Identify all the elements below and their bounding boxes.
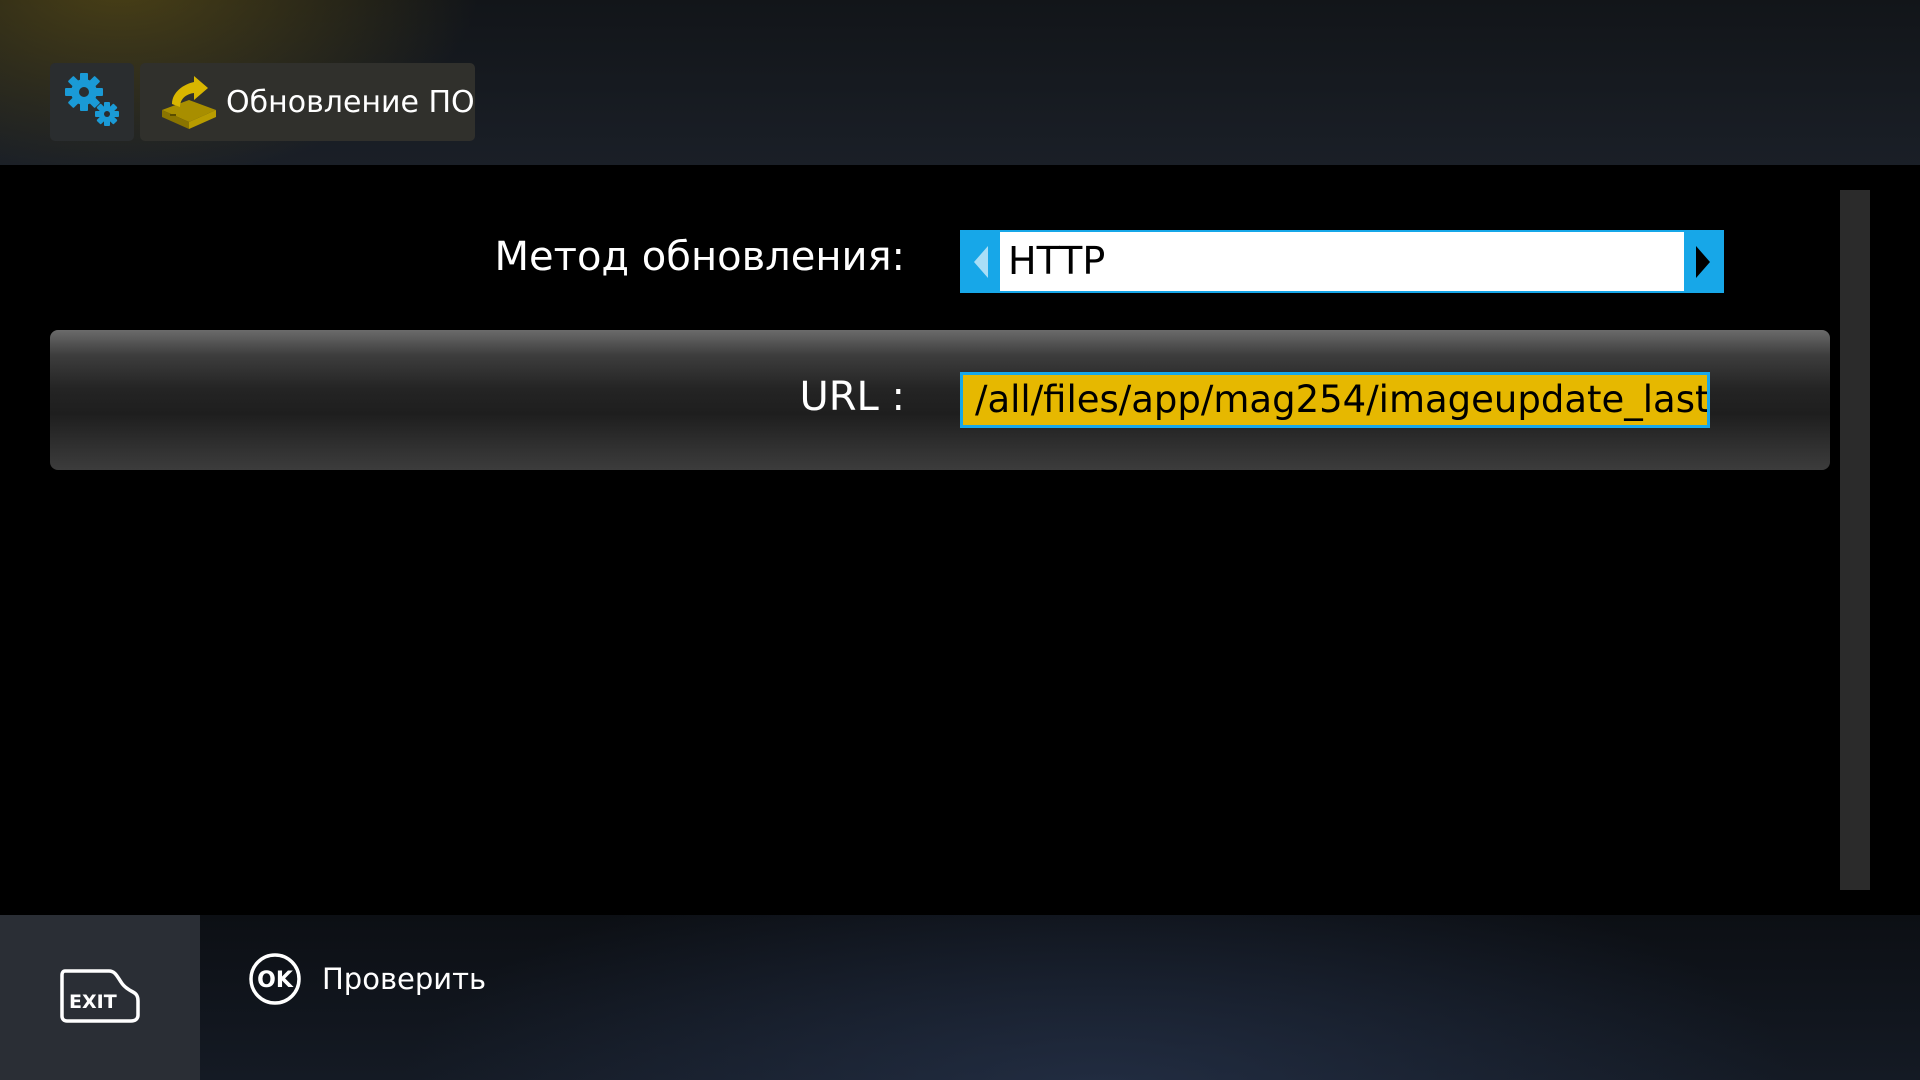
exit-button[interactable]: EXIT (0, 915, 200, 1080)
url-label: URL : (799, 374, 905, 420)
scrollbar[interactable] (1840, 190, 1870, 890)
update-method-label: Метод обновления: (494, 234, 905, 280)
url-input[interactable]: /all/files/app/mag254/imageupdate_last (960, 372, 1710, 428)
update-method-value: HTTP (1008, 239, 1106, 283)
section-title-pill: Обновление ПО (140, 63, 475, 141)
settings-button[interactable] (50, 63, 134, 141)
exit-key-icon: EXIT (59, 968, 141, 1028)
gears-icon (60, 68, 124, 136)
ok-check-hint[interactable]: OK Проверить (248, 952, 486, 1006)
arrow-left-icon[interactable] (962, 232, 1000, 291)
exit-key-label: EXIT (69, 991, 117, 1013)
ok-key-icon: OK (248, 952, 302, 1006)
check-action-label: Проверить (322, 962, 487, 996)
software-update-box-icon (154, 67, 224, 137)
ok-key-label: OK (257, 968, 294, 993)
arrow-right-icon[interactable] (1684, 232, 1722, 291)
page-title: Обновление ПО (226, 84, 475, 120)
software-update-screen: Обновление ПО Метод обновления: HTTP URL… (0, 0, 1920, 1080)
header-bar: Обновление ПО (0, 0, 1920, 165)
update-method-selector[interactable]: HTTP (960, 230, 1724, 293)
